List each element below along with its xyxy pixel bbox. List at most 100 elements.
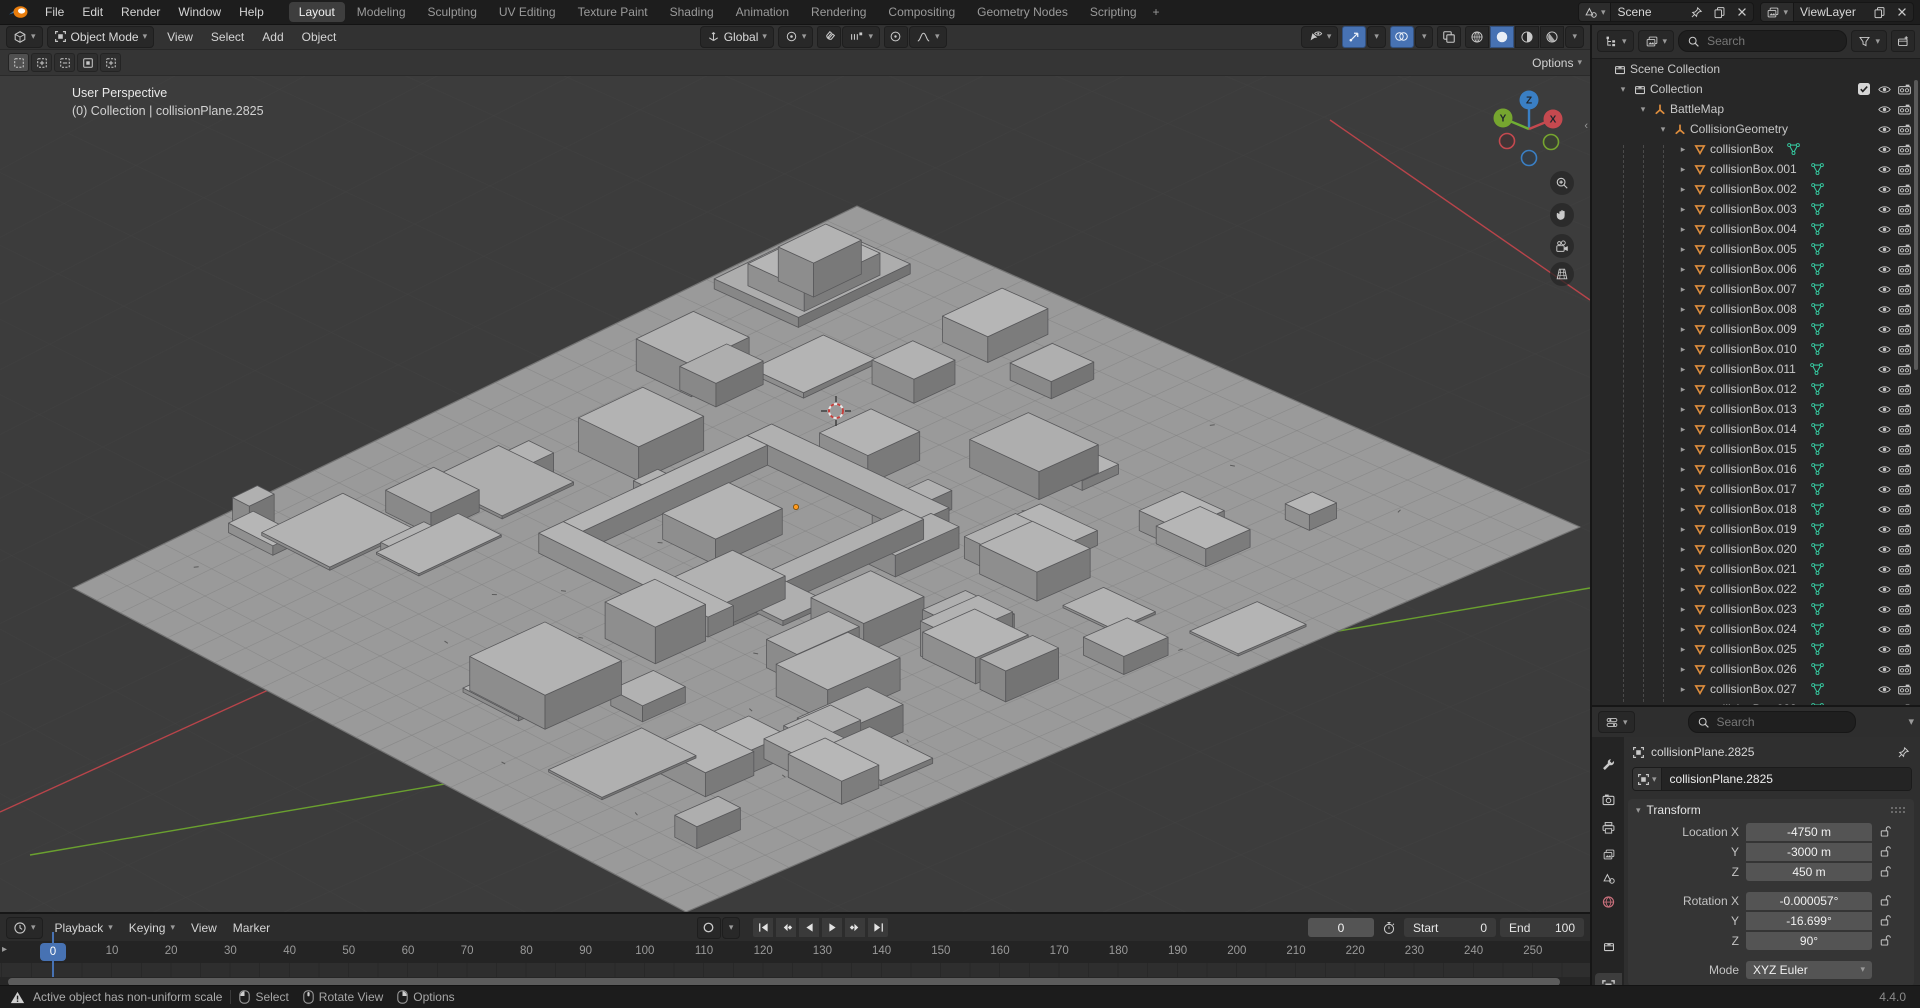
add-workspace-button[interactable]: + [1147,5,1166,19]
hide-viewport-toggle[interactable] [1874,403,1894,416]
outliner-item-label[interactable]: collisionBox.016 [1710,462,1797,476]
next-keyframe-button[interactable] [844,917,866,938]
hide-viewport-toggle[interactable] [1874,163,1894,176]
options-dropdown[interactable]: Options▾ [1532,56,1582,70]
outliner-item-label[interactable]: collisionBox.010 [1710,342,1797,356]
new-collection-button[interactable] [1891,30,1915,52]
hide-viewport-toggle[interactable] [1874,223,1894,236]
disable-render-toggle[interactable] [1894,663,1914,676]
auto-key-dropdown[interactable]: ▾ [722,917,741,939]
hide-viewport-toggle[interactable] [1874,523,1894,536]
outliner-row[interactable]: ▾Collection [1592,79,1920,99]
tree-expand-arrow[interactable]: ▸ [1676,204,1690,215]
select-mode-invert-button[interactable] [77,53,98,72]
scene-selector[interactable]: ▾ Scene [1578,2,1755,22]
viewport-menu-select[interactable]: Select [202,30,253,44]
sidebar-toggle-arrow[interactable]: ‹ [1584,120,1588,132]
play-button[interactable] [821,917,843,938]
timeline-menu-view[interactable]: View [183,921,225,935]
menu-help[interactable]: Help [230,2,273,22]
menu-file[interactable]: File [36,2,73,22]
disable-render-toggle[interactable] [1894,683,1914,696]
outliner-item-label[interactable]: collisionBox.021 [1710,562,1797,576]
falloff-selector[interactable]: ▾ [909,26,947,48]
xray-toggle[interactable] [1437,26,1461,48]
scene-browse-icon[interactable] [1584,6,1598,19]
blender-logo-icon[interactable] [8,5,28,19]
orthographic-toggle-button[interactable] [1550,262,1574,286]
viewport-menu-add[interactable]: Add [253,30,292,44]
transform-panel-header[interactable]: ▾ Transform [1628,799,1914,821]
tab-geometry-nodes[interactable]: Geometry Nodes [967,2,1078,22]
copy-icon[interactable] [1713,6,1726,19]
pin-icon[interactable] [1897,746,1910,759]
outliner-filter-mode[interactable]: ▾ [1638,30,1675,52]
outliner-row[interactable]: ▸collisionBox.001 [1592,159,1920,179]
outliner-row[interactable]: ▸collisionBox.018 [1592,499,1920,519]
tab-view-layer[interactable] [1595,841,1622,867]
outliner-row[interactable]: ▸collisionBox.024 [1592,619,1920,639]
outliner-row[interactable]: ▸collisionBox.023 [1592,599,1920,619]
outliner-item-label[interactable]: Collection [1650,82,1703,96]
outliner-item-label[interactable]: collisionBox.015 [1710,442,1797,456]
tree-expand-arrow[interactable]: ▸ [1676,664,1690,675]
hide-viewport-toggle[interactable] [1874,423,1894,436]
lock-toggle[interactable] [1872,934,1896,947]
tab-layout[interactable]: Layout [289,2,345,22]
disable-render-toggle[interactable] [1894,463,1914,476]
disable-render-toggle[interactable] [1894,303,1914,316]
outliner-row[interactable]: ▸collisionBox.011 [1592,359,1920,379]
shading-rendered-button[interactable] [1540,26,1564,48]
tab-animation[interactable]: Animation [726,2,799,22]
hide-viewport-toggle[interactable] [1874,203,1894,216]
drag-grip-icon[interactable] [1890,806,1906,814]
overlays-toggle[interactable] [1390,26,1414,48]
timeline-editor-type[interactable]: ▾ [6,917,43,939]
outliner-filter-dropdown[interactable]: ▾ [1851,30,1887,52]
timeline-track-area[interactable] [0,963,1590,977]
tree-expand-arrow[interactable]: ▸ [1676,684,1690,695]
outliner-row[interactable]: ▸collisionBox.015 [1592,439,1920,459]
tree-expand-arrow[interactable]: ▾ [1636,104,1650,115]
disable-render-toggle[interactable] [1894,163,1914,176]
tab-modeling[interactable]: Modeling [347,2,416,22]
properties-editor-type[interactable]: ▾ [1598,711,1635,733]
hide-viewport-toggle[interactable] [1874,143,1894,156]
disable-render-toggle[interactable] [1894,603,1914,616]
outliner-item-label[interactable]: collisionBox.003 [1710,202,1797,216]
disable-render-toggle[interactable] [1894,103,1914,116]
lock-toggle[interactable] [1872,845,1896,858]
lock-toggle[interactable] [1872,894,1896,907]
outliner-row[interactable]: ▸collisionBox.026 [1592,659,1920,679]
timeline-ruler[interactable]: 0 10203040506070809010011012013014015016… [0,941,1590,963]
tree-expand-arrow[interactable]: ▸ [1676,144,1690,155]
outliner-row[interactable]: ▸collisionBox.012 [1592,379,1920,399]
menu-edit[interactable]: Edit [73,2,112,22]
hide-viewport-toggle[interactable] [1874,123,1894,136]
checkbox-slot[interactable] [1854,82,1874,96]
disable-render-toggle[interactable] [1894,583,1914,596]
outliner-item-label[interactable]: collisionBox.004 [1710,222,1797,236]
outliner-row[interactable]: ▸collisionBox.016 [1592,459,1920,479]
jump-to-end-button[interactable] [867,917,889,938]
tab-output[interactable] [1595,815,1622,841]
hide-viewport-toggle[interactable] [1874,83,1894,96]
outliner-item-label[interactable]: collisionBox.009 [1710,322,1797,336]
tree-expand-arrow[interactable]: ▸ [1676,524,1690,535]
select-mode-intersect-button[interactable] [100,53,121,72]
disable-render-toggle[interactable] [1894,343,1914,356]
tab-uv-editing[interactable]: UV Editing [489,2,566,22]
hide-viewport-toggle[interactable] [1874,663,1894,676]
tree-expand-arrow[interactable]: ▸ [1676,344,1690,355]
hide-viewport-toggle[interactable] [1874,543,1894,556]
object-name-value[interactable]: collisionPlane.2825 [1662,768,1911,790]
timeline-menu-marker[interactable]: Marker [225,921,278,935]
outliner-item-label[interactable]: collisionBox.027 [1710,682,1797,696]
tree-expand-arrow[interactable]: ▸ [1676,544,1690,555]
close-icon[interactable] [1736,6,1748,18]
tree-expand-arrow[interactable]: ▸ [1676,224,1690,235]
hide-viewport-toggle[interactable] [1874,343,1894,356]
rotation-mode-dropdown[interactable]: XYZ Euler▾ [1746,961,1872,979]
hide-viewport-toggle[interactable] [1874,263,1894,276]
jump-to-start-button[interactable] [752,917,774,938]
